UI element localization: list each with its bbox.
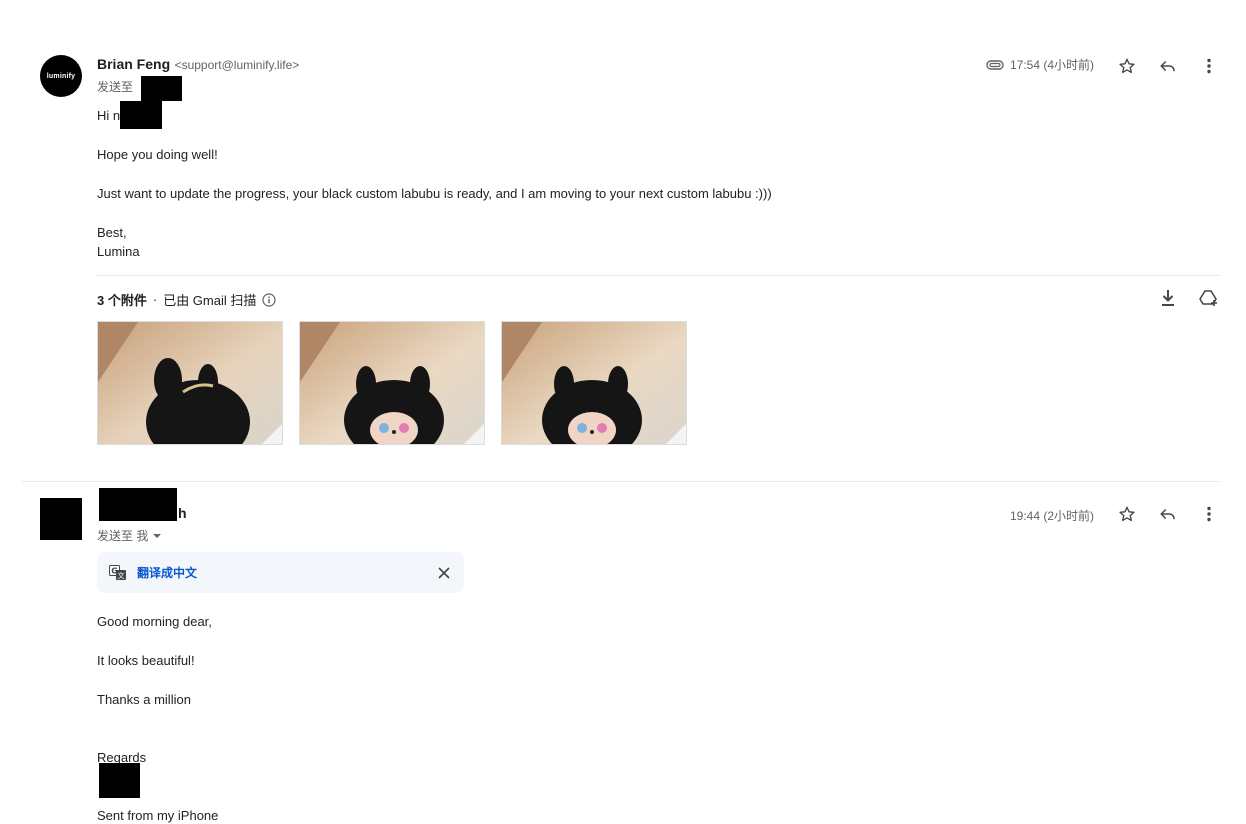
download-all-icon[interactable] xyxy=(1157,287,1179,309)
attachment-thumbnail-3[interactable] xyxy=(501,321,687,445)
sender-name-2[interactable]: h xyxy=(178,505,187,521)
translate-link[interactable]: 翻译成中文 xyxy=(137,564,438,581)
message-divider xyxy=(22,481,1220,482)
redacted-recipient xyxy=(141,76,182,101)
chevron-down-icon[interactable] xyxy=(152,532,162,540)
redacted-name xyxy=(120,101,162,129)
separator: · xyxy=(152,292,158,307)
more-options-icon[interactable] xyxy=(1198,55,1220,77)
close-icon[interactable] xyxy=(438,566,450,579)
signature: Lumina xyxy=(97,244,140,259)
add-to-drive-icon[interactable] xyxy=(1198,287,1220,309)
redacted-signature xyxy=(99,763,140,798)
message-time-2: 19:44 (2小时前) xyxy=(1010,509,1095,523)
attachments-header: 3 个附件 · 已由 Gmail 扫描 xyxy=(97,290,276,309)
sender-line: Brian Feng <support@luminify.life> xyxy=(97,56,299,74)
message-time: 17:54 (4小时前) xyxy=(1010,58,1095,72)
reply-icon[interactable] xyxy=(1157,55,1179,77)
body-line-2: It looks beautiful! xyxy=(97,653,195,668)
greeting: Hi n xyxy=(97,108,121,123)
to-me-label: 发送至 我 xyxy=(97,529,149,543)
to-prefix: 发送至 xyxy=(97,80,134,94)
sent-from-footer: Sent from my iPhone xyxy=(97,808,219,823)
attachment-thumbnail-2[interactable] xyxy=(299,321,485,445)
star-icon[interactable] xyxy=(1116,503,1138,525)
sender-name[interactable]: Brian Feng xyxy=(97,56,170,72)
redacted-avatar xyxy=(40,498,82,540)
redacted-sender-name xyxy=(99,488,177,521)
message1-meta: 17:54 (4小时前) xyxy=(986,56,1094,73)
attachment-count: 3 个附件 xyxy=(97,293,147,308)
attachment-divider xyxy=(97,275,1220,276)
more-options-icon[interactable] xyxy=(1198,503,1220,525)
body-line-1: Hope you doing well! xyxy=(97,147,218,162)
translate-banner: G文 翻译成中文 xyxy=(97,552,464,593)
sign-off: Best, xyxy=(97,225,127,240)
sender-email[interactable]: <support@luminify.life> xyxy=(175,58,300,72)
star-icon[interactable] xyxy=(1116,55,1138,77)
body-line-2: Just want to update the progress, your b… xyxy=(97,186,772,201)
recipient-line[interactable]: 发送至 xyxy=(97,78,133,95)
attachment-clip-icon xyxy=(986,59,1004,71)
sender-avatar[interactable]: luminify xyxy=(40,55,82,97)
translate-icon: G文 xyxy=(109,564,127,581)
info-icon[interactable] xyxy=(262,292,276,307)
body-line-3: Thanks a million xyxy=(97,692,191,707)
svg-text:文: 文 xyxy=(118,571,125,580)
recipient-line-2[interactable]: 发送至 我 xyxy=(97,527,162,544)
reply-icon[interactable] xyxy=(1157,503,1179,525)
body-line-1: Good morning dear, xyxy=(97,614,212,629)
avatar-logo-text: luminify xyxy=(46,72,76,80)
scanned-label: 已由 Gmail 扫描 xyxy=(163,293,257,308)
attachment-thumbnail-1[interactable] xyxy=(97,321,283,445)
